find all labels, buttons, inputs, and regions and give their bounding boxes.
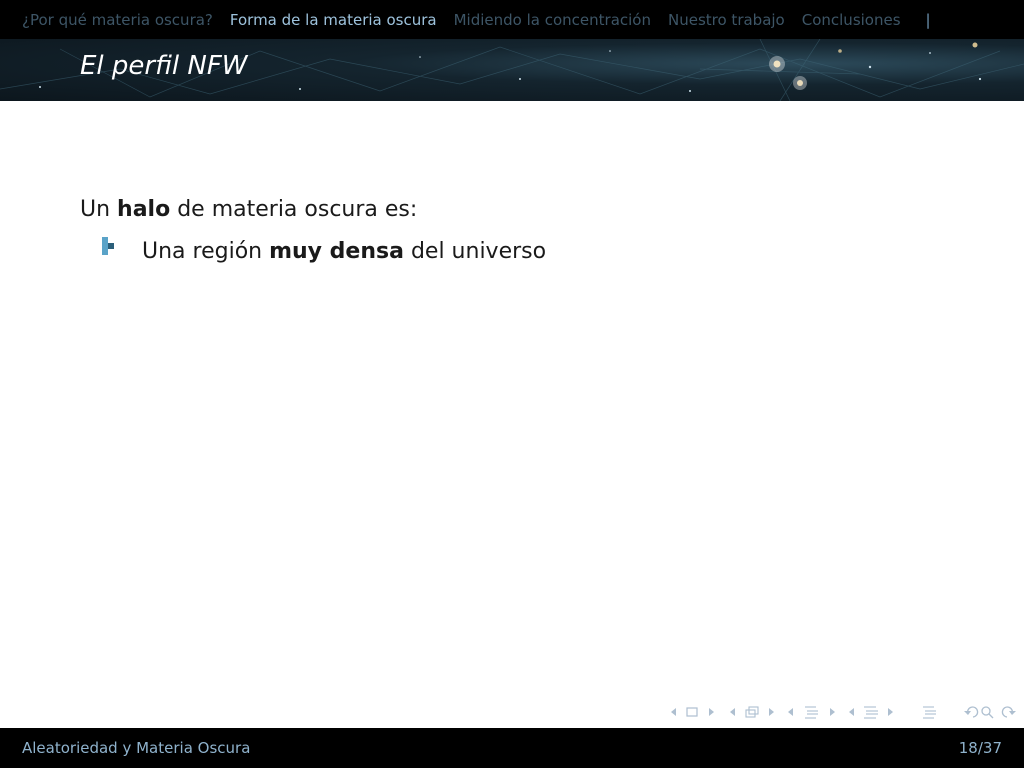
subsection-icon [745,706,759,718]
frame-title-band: El perfil NFW [0,39,1024,101]
section-icon [805,706,818,719]
square-blocks-icon [102,237,114,255]
bullet-text-before: Una región [142,239,270,264]
arrow-right-icon [769,708,774,716]
slide-content: Un halo de materia oscura es: Una región… [80,195,546,273]
section-nav-bar: ¿Por qué materia oscura? Forma de la mat… [0,0,1024,39]
page-indicator: 18/37 [958,739,1002,757]
arrow-left-icon [671,708,676,716]
align-icon [923,706,936,719]
search-icon [981,706,994,719]
nav-section-forma[interactable]: Forma de la materia oscura [230,11,437,29]
arrow-right-icon [709,708,714,716]
bullet-text-bold: muy densa [269,239,404,264]
bullet-text: Una región muy densa del universo [142,237,546,267]
presentation-icon [864,706,878,719]
nav-section-midiendo[interactable]: Midiendo la concentración [454,11,651,29]
nav-symbols-strip [671,706,1016,719]
intro-text-after: de materia oscura es: [170,197,418,222]
footer-bar: Aleatoriedad y Materia Oscura 18/37 [0,728,1024,768]
arrow-left-icon [730,708,735,716]
nav-section-conclusiones[interactable]: Conclusiones [802,11,901,29]
arrow-right-icon [830,708,835,716]
arrow-right-icon [888,708,893,716]
list-item: Una región muy densa del universo [80,237,546,273]
arrow-left-icon [849,708,854,716]
frame-title: El perfil NFW [80,51,248,81]
slide: ¿Por qué materia oscura? Forma de la mat… [0,0,1024,768]
nav-section-nuestro-trabajo[interactable]: Nuestro trabajo [668,11,785,29]
intro-text-before: Un [80,197,118,222]
intro-text-bold: halo [117,197,171,222]
nav-separator: | [925,10,931,29]
bullet-text-after: del universo [403,239,547,264]
nav-section-por-que[interactable]: ¿Por qué materia oscura? [22,11,213,29]
arrow-left-icon [788,708,793,716]
intro-sentence: Un halo de materia oscura es: [80,195,417,225]
frame-icon [686,707,698,717]
presentation-title: Aleatoriedad y Materia Oscura [22,739,251,757]
beamer-nav-symbols [668,702,1022,722]
